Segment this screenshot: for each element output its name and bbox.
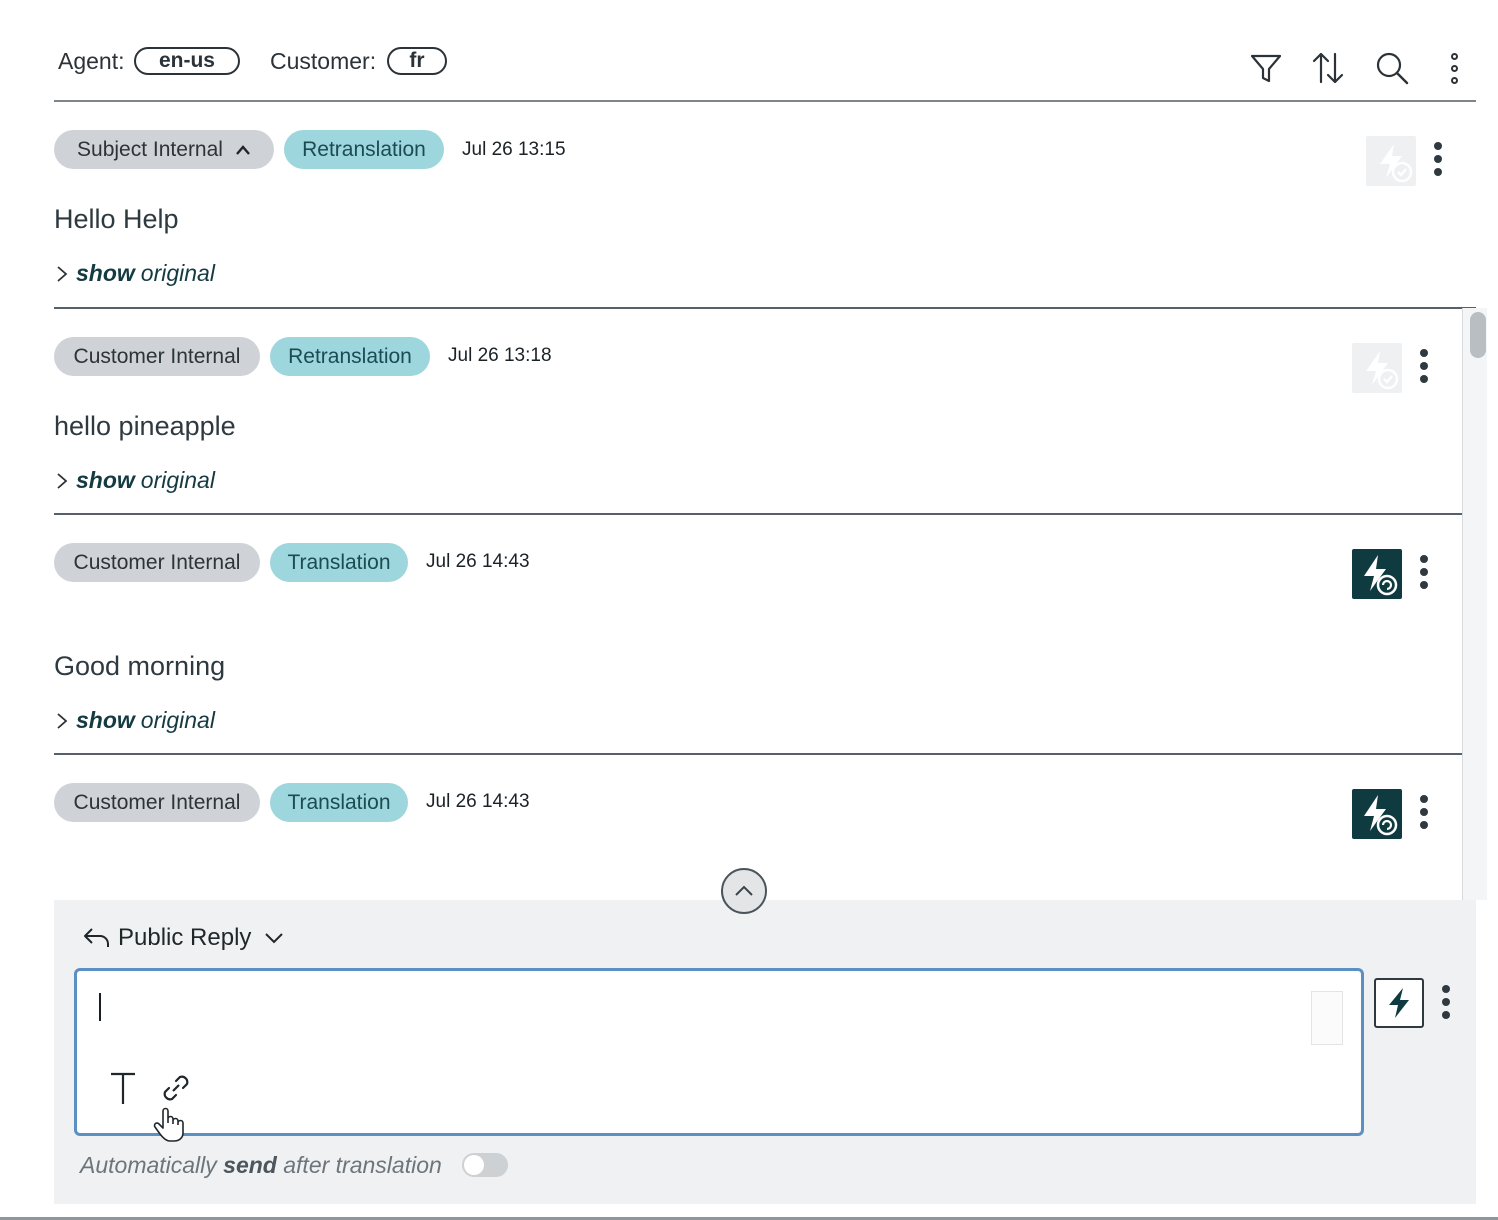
translate-done-icon-faded[interactable] bbox=[1352, 343, 1402, 393]
customer-language-label: Customer: bbox=[270, 48, 377, 74]
translate-done-icon-faded[interactable] bbox=[1366, 136, 1416, 186]
message-timestamp: Jul 26 13:15 bbox=[462, 139, 566, 160]
translation-status-tag: Retranslation bbox=[284, 130, 444, 169]
show-original-link[interactable]: show original bbox=[56, 260, 215, 287]
toggle-knob bbox=[464, 1155, 484, 1175]
message-type-tag[interactable]: Subject Internal bbox=[54, 130, 274, 169]
translate-refresh-icon[interactable] bbox=[1352, 789, 1402, 839]
message-more-icon[interactable] bbox=[1417, 555, 1431, 591]
chevron-right-icon bbox=[57, 472, 68, 489]
translate-refresh-icon[interactable] bbox=[1352, 549, 1402, 599]
chevron-down-icon bbox=[265, 933, 284, 944]
message-item: Customer Internal Retranslation Jul 26 1… bbox=[54, 309, 1462, 515]
editor-scrollbar[interactable] bbox=[1311, 991, 1343, 1045]
conversation-view: Agent: en-us Customer: fr Subject Intern… bbox=[0, 0, 1498, 1220]
reply-mode-selector[interactable]: Public Reply bbox=[82, 924, 285, 952]
message-type-label: Subject Internal bbox=[77, 137, 223, 161]
message-text: Good morning bbox=[54, 651, 226, 681]
hand-pointer-cursor-icon bbox=[153, 1107, 184, 1142]
reply-panel: Public Reply Automatically send after tr… bbox=[54, 900, 1476, 1204]
search-icon[interactable] bbox=[1374, 50, 1410, 86]
customer-language-badge[interactable]: fr bbox=[387, 47, 447, 75]
message-item: Customer Internal Translation Jul 26 14:… bbox=[54, 515, 1462, 755]
message-text: hello pineapple bbox=[54, 411, 236, 441]
message-timestamp: Jul 26 14:43 bbox=[426, 791, 530, 812]
translation-status-tag: Retranslation bbox=[270, 337, 430, 376]
message-list-scrollbar[interactable] bbox=[1462, 308, 1487, 900]
message-type-tag[interactable]: Customer Internal bbox=[54, 543, 260, 582]
show-original-link[interactable]: show original bbox=[56, 707, 215, 734]
show-original-rest: original bbox=[140, 707, 215, 733]
reply-arrow-icon bbox=[84, 928, 109, 947]
message-more-icon[interactable] bbox=[1417, 795, 1431, 831]
agent-language-label: Agent: bbox=[58, 48, 125, 74]
reply-more-icon[interactable] bbox=[1439, 985, 1453, 1021]
reply-mode-label: Public Reply bbox=[118, 924, 252, 951]
chevron-right-icon bbox=[57, 712, 68, 729]
chevron-right-icon bbox=[57, 265, 68, 282]
lightning-icon bbox=[1389, 988, 1409, 1018]
auto-send-toggle[interactable] bbox=[462, 1153, 508, 1177]
message-type-tag[interactable]: Customer Internal bbox=[54, 783, 260, 822]
show-original-rest: original bbox=[140, 260, 215, 286]
link-icon[interactable] bbox=[159, 1071, 193, 1105]
message-timestamp: Jul 26 13:18 bbox=[448, 345, 552, 366]
chevron-up-icon bbox=[735, 885, 753, 896]
translate-send-button[interactable] bbox=[1374, 978, 1424, 1028]
chevron-up-icon bbox=[236, 144, 250, 155]
message-text: Hello Help bbox=[54, 204, 179, 234]
show-original-bold: show bbox=[76, 260, 135, 286]
message-timestamp: Jul 26 14:43 bbox=[426, 551, 530, 572]
text-format-icon[interactable] bbox=[109, 1071, 137, 1107]
message-more-icon[interactable] bbox=[1417, 349, 1431, 385]
more-vertical-icon[interactable] bbox=[1447, 53, 1461, 89]
show-original-bold: show bbox=[76, 707, 135, 733]
translation-status-tag: Translation bbox=[270, 543, 408, 582]
translation-status-tag: Translation bbox=[270, 783, 408, 822]
conversation-header: Agent: en-us Customer: fr bbox=[54, 40, 1476, 102]
agent-language-badge[interactable]: en-us bbox=[134, 47, 240, 75]
show-original-bold: show bbox=[76, 467, 135, 493]
message-more-icon[interactable] bbox=[1431, 142, 1445, 178]
message-type-tag[interactable]: Customer Internal bbox=[54, 337, 260, 376]
collapse-toggle-button[interactable] bbox=[721, 868, 767, 914]
message-item: Subject Internal Retranslation Jul 26 13… bbox=[54, 102, 1476, 309]
scrollbar-thumb[interactable] bbox=[1470, 312, 1486, 358]
reply-input[interactable] bbox=[107, 987, 1291, 1029]
reply-editor[interactable] bbox=[74, 968, 1364, 1142]
show-original-rest: original bbox=[140, 467, 215, 493]
filter-icon[interactable] bbox=[1248, 50, 1284, 86]
show-original-link[interactable]: show original bbox=[56, 467, 215, 494]
sort-icon[interactable] bbox=[1310, 50, 1346, 86]
auto-send-label: Automatically send after translation bbox=[80, 1152, 442, 1178]
text-caret bbox=[99, 993, 101, 1021]
